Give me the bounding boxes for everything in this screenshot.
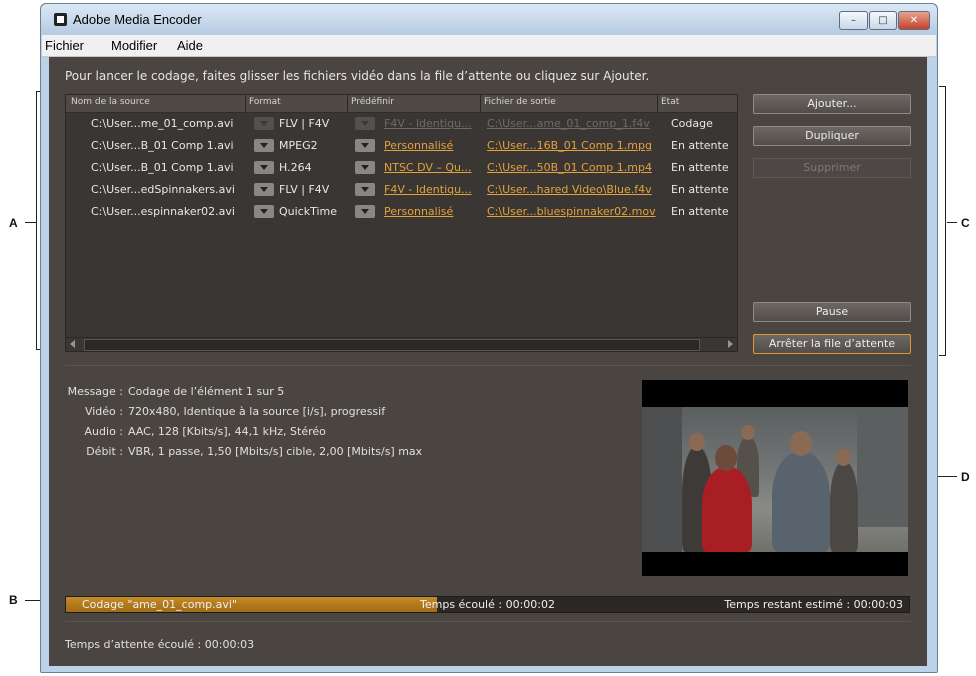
source-name: C:\User...espinnaker02.avi — [91, 205, 235, 218]
callout-c-line — [947, 222, 957, 223]
scroll-left-arrow[interactable] — [70, 340, 75, 348]
output-link[interactable]: C:\User...50B_01 Comp 1.mp4 — [487, 161, 652, 174]
column-preset[interactable]: Prédéfinir — [351, 97, 394, 107]
preset-link: F4V - Identiqu... — [384, 117, 472, 130]
menu-bar: Fichier Modifier Aide — [42, 35, 936, 57]
app-icon — [54, 13, 67, 26]
instructions-text: Pour lancer le codage, faites glisser le… — [65, 69, 650, 83]
column-divider[interactable] — [657, 95, 658, 112]
output-link[interactable]: C:\User...bluespinnaker02.mov — [487, 205, 656, 218]
callout-c: C — [961, 216, 970, 230]
source-name: C:\User...me_01_comp.avi — [91, 117, 234, 130]
state-value: En attente — [671, 161, 729, 174]
preset-dropdown[interactable] — [355, 205, 375, 218]
column-source[interactable]: Nom de la source — [71, 97, 150, 107]
format-dropdown[interactable] — [254, 139, 274, 152]
state-value: En attente — [671, 139, 729, 152]
bracket-c — [939, 86, 946, 356]
column-state[interactable]: Etat — [661, 97, 679, 107]
state-value: En attente — [671, 205, 729, 218]
format-dropdown — [254, 117, 274, 130]
main-panel: Pour lancer le codage, faites glisser le… — [49, 57, 927, 666]
section-divider — [65, 621, 911, 622]
queue-row[interactable]: C:\User...me_01_comp.avi FLV | F4V F4V -… — [66, 113, 737, 135]
queue-row[interactable]: C:\User...espinnaker02.avi QuickTime Per… — [66, 201, 737, 223]
queue-elapsed-time: Temps d’attente écoulé : 00:00:03 — [65, 638, 255, 651]
queue-row[interactable]: C:\User...B_01 Comp 1.avi MPEG2 Personna… — [66, 135, 737, 157]
output-link: C:\User...ame_01_comp_1.f4v — [487, 117, 650, 130]
format-dropdown[interactable] — [254, 205, 274, 218]
preset-link[interactable]: NTSC DV – Qu... — [384, 161, 472, 174]
maximize-button[interactable]: □ — [869, 11, 897, 30]
video-value: 720x480, Identique à la source [i/s], pr… — [128, 405, 386, 418]
format-value: H.264 — [279, 161, 312, 174]
callout-a: A — [9, 216, 18, 230]
format-value: FLV | F4V — [279, 117, 330, 130]
elapsed-time: Temps écoulé : 00:00:02 — [420, 598, 555, 611]
format-value: QuickTime — [279, 205, 338, 218]
format-dropdown[interactable] — [254, 161, 274, 174]
output-link[interactable]: C:\User...hared Video\Blue.f4v — [487, 183, 652, 196]
queue-row[interactable]: C:\User...edSpinnakers.avi FLV | F4V F4V… — [66, 179, 737, 201]
callout-a-line — [25, 222, 36, 223]
close-button[interactable]: ✕ — [898, 11, 930, 30]
message-label: Message : — [67, 385, 123, 398]
preset-dropdown — [355, 117, 375, 130]
pause-button[interactable]: Pause — [753, 302, 911, 322]
preset-link[interactable]: F4V - Identiqu... — [384, 183, 472, 196]
preview-frame — [642, 407, 908, 552]
preset-dropdown[interactable] — [355, 139, 375, 152]
format-dropdown[interactable] — [254, 183, 274, 196]
encoding-progress-bar: Codage "ame_01_comp.avi" Temps écoulé : … — [65, 596, 910, 613]
output-link[interactable]: C:\User...16B_01 Comp 1.mpg — [487, 139, 652, 152]
format-value: FLV | F4V — [279, 183, 330, 196]
app-window: Adobe Media Encoder – □ ✕ Fichier Modifi… — [40, 3, 938, 673]
scroll-right-arrow[interactable] — [728, 340, 733, 348]
column-format[interactable]: Format — [249, 97, 281, 107]
callout-b: B — [9, 593, 18, 607]
state-value: En attente — [671, 183, 729, 196]
source-name: C:\User...B_01 Comp 1.avi — [91, 161, 234, 174]
remove-button[interactable]: Supprimer — [753, 158, 911, 178]
source-name: C:\User...B_01 Comp 1.avi — [91, 139, 234, 152]
preset-link[interactable]: Personnalisé — [384, 205, 453, 218]
audio-label: Audio : — [84, 425, 123, 438]
preset-dropdown[interactable] — [355, 161, 375, 174]
remaining-time: Temps restant estimé : 00:00:03 — [724, 598, 903, 611]
format-value: MPEG2 — [279, 139, 318, 152]
menu-aide[interactable]: Aide — [177, 38, 203, 53]
bitrate-label: Débit : — [86, 445, 123, 458]
stop-queue-button[interactable]: Arrêter la file d’attente — [753, 334, 911, 354]
video-label: Vidéo : — [84, 405, 123, 418]
source-name: C:\User...edSpinnakers.avi — [91, 183, 235, 196]
column-divider[interactable] — [480, 95, 481, 112]
preset-link[interactable]: Personnalisé — [384, 139, 453, 152]
scroll-thumb[interactable] — [84, 339, 700, 351]
duplicate-button[interactable]: Dupliquer — [753, 126, 911, 146]
video-preview — [642, 380, 908, 576]
horizontal-scrollbar[interactable] — [66, 337, 737, 351]
column-divider[interactable] — [347, 95, 348, 112]
queue-row[interactable]: C:\User...B_01 Comp 1.avi H.264 NTSC DV … — [66, 157, 737, 179]
column-divider[interactable] — [245, 95, 246, 112]
add-button[interactable]: Ajouter... — [753, 94, 911, 114]
title-bar: Adobe Media Encoder – □ ✕ — [41, 4, 937, 35]
menu-fichier[interactable]: Fichier — [45, 38, 84, 53]
message-value: Codage de l’élément 1 sur 5 — [128, 385, 285, 398]
callout-d: D — [961, 470, 970, 484]
section-divider — [65, 365, 911, 366]
encoding-queue[interactable]: Nom de la source Format Prédéfinir Fichi… — [65, 94, 738, 352]
progress-label: Codage "ame_01_comp.avi" — [82, 598, 237, 611]
menu-modifier[interactable]: Modifier — [111, 38, 157, 53]
column-output[interactable]: Fichier de sortie — [484, 97, 556, 107]
bitrate-value: VBR, 1 passe, 1,50 [Mbits/s] cible, 2,00… — [128, 445, 423, 458]
audio-value: AAC, 128 [Kbits/s], 44,1 kHz, Stéréo — [128, 425, 326, 438]
window-title: Adobe Media Encoder — [73, 12, 202, 27]
preset-dropdown[interactable] — [355, 183, 375, 196]
queue-header: Nom de la source Format Prédéfinir Fichi… — [66, 95, 737, 113]
minimize-button[interactable]: – — [839, 11, 868, 30]
state-value: Codage — [671, 117, 713, 130]
